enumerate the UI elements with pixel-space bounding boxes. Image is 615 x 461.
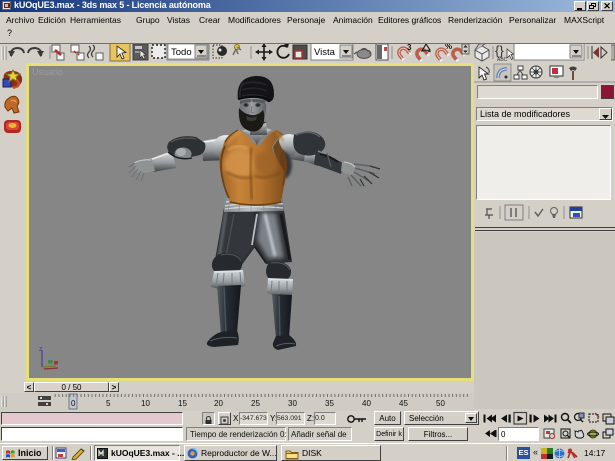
svg-text:Vista: Vista <box>314 47 336 58</box>
svg-text:30: 30 <box>288 399 297 408</box>
svg-text:3: 3 <box>407 44 412 52</box>
svg-text:15: 15 <box>178 399 187 408</box>
svg-text:%: % <box>445 44 452 51</box>
svg-text:5: 5 <box>106 399 111 408</box>
svg-text:50: 50 <box>436 399 445 408</box>
svg-text:20: 20 <box>214 399 223 408</box>
svg-text:45: 45 <box>399 399 408 408</box>
svg-text:0: 0 <box>71 399 76 408</box>
svg-text:35: 35 <box>325 399 334 408</box>
svg-text:z: z <box>39 346 43 353</box>
svg-text:{}: {} <box>495 44 504 58</box>
svg-text:40: 40 <box>362 399 371 408</box>
svg-text:10: 10 <box>141 399 150 408</box>
svg-text:25: 25 <box>251 399 260 408</box>
svg-text:Todo: Todo <box>171 47 192 58</box>
